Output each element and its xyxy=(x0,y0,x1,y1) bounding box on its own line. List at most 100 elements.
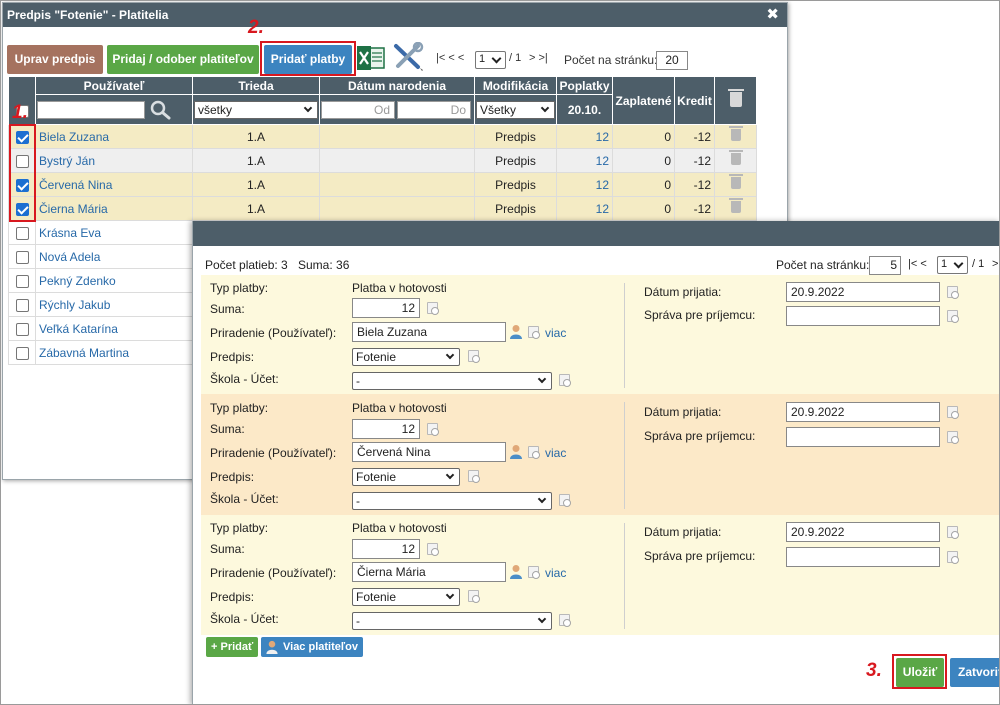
prescription-select[interactable]: Fotenie xyxy=(352,468,460,486)
row-fee[interactable]: 12 xyxy=(556,124,613,149)
date-from-input[interactable]: Od xyxy=(321,100,395,119)
row-checkbox[interactable] xyxy=(15,298,29,312)
row-user-name[interactable]: Rýchly Jakub xyxy=(35,292,193,317)
row-user-name[interactable]: Bystrý Ján xyxy=(35,148,193,173)
copy-icon[interactable] xyxy=(528,446,540,459)
copy-icon[interactable] xyxy=(427,423,439,436)
col-credit[interactable]: Kredit xyxy=(674,76,715,125)
page-select[interactable]: 1 xyxy=(937,256,968,274)
copy-icon[interactable] xyxy=(427,543,439,556)
row-fee[interactable]: 12 xyxy=(556,148,613,173)
per-page-input[interactable]: 5 xyxy=(869,256,901,275)
row-user-name[interactable]: Čierna Mária xyxy=(35,196,193,221)
prescription-select[interactable]: Fotenie xyxy=(352,588,460,606)
copy-icon[interactable] xyxy=(947,431,959,444)
row-user-name[interactable]: Pekný Zdenko xyxy=(35,268,193,293)
row-user-name[interactable]: Veľká Katarína xyxy=(35,316,193,341)
row-user-name[interactable]: Krásna Eva xyxy=(35,220,193,245)
assigned-user-input[interactable]: Červená Nina xyxy=(352,442,506,462)
date-to-input[interactable]: Do xyxy=(397,100,471,119)
row-checkbox[interactable] xyxy=(15,226,29,240)
copy-icon[interactable] xyxy=(427,302,439,315)
message-input[interactable] xyxy=(786,547,940,567)
copy-icon[interactable] xyxy=(947,286,959,299)
table-row[interactable]: Červená Nina 1.A Predpis 12 0 -12 xyxy=(8,172,757,197)
more-link[interactable]: viac xyxy=(545,566,566,580)
table-row[interactable]: Čierna Mária 1.A Predpis 12 0 -12 xyxy=(8,196,757,221)
row-fee[interactable]: 12 xyxy=(556,196,613,221)
copy-icon[interactable] xyxy=(559,494,571,507)
pager-first-prev[interactable]: |< < xyxy=(908,258,927,270)
copy-icon[interactable] xyxy=(947,526,959,539)
row-user-name[interactable]: Červená Nina xyxy=(35,172,193,197)
add-payment-button[interactable]: + Pridať xyxy=(206,637,259,657)
message-input[interactable] xyxy=(786,427,940,447)
per-page-input[interactable]: 20 xyxy=(656,51,688,70)
more-link[interactable]: viac xyxy=(545,326,566,340)
edit-prescription-button[interactable]: Uprav predpis xyxy=(7,45,103,74)
excel-icon[interactable] xyxy=(356,45,386,71)
user-filter-input[interactable] xyxy=(37,100,145,119)
copy-icon[interactable] xyxy=(468,470,480,483)
close-button[interactable]: Zatvoriť xyxy=(950,658,1000,687)
amount-input[interactable]: 12 xyxy=(352,539,420,559)
pager-next-last[interactable]: > >| xyxy=(529,52,548,64)
col-user[interactable]: Používateľ xyxy=(35,76,193,95)
row-fee[interactable]: 12 xyxy=(556,172,613,197)
row-checkbox[interactable] xyxy=(15,250,29,264)
copy-icon[interactable] xyxy=(528,566,540,579)
school-account-select[interactable]: - xyxy=(352,372,552,390)
user-icon[interactable] xyxy=(509,564,523,579)
amount-input[interactable]: 12 xyxy=(352,419,420,439)
date-received-input[interactable]: 20.9.2022 xyxy=(786,522,940,542)
copy-icon[interactable] xyxy=(468,350,480,363)
amount-input[interactable]: 12 xyxy=(352,298,420,318)
user-icon[interactable] xyxy=(509,444,523,459)
class-filter-select[interactable]: všetky xyxy=(194,100,318,119)
col-modification[interactable]: Modifikácia xyxy=(474,76,557,95)
col-class[interactable]: Trieda xyxy=(192,76,320,95)
trash-icon[interactable] xyxy=(728,198,743,213)
table-row[interactable]: Bystrý Ján 1.A Predpis 12 0 -12 xyxy=(8,148,757,173)
pager-first-prev[interactable]: |< < < xyxy=(436,52,464,64)
assigned-user-input[interactable]: Biela Zuzana xyxy=(352,322,506,342)
copy-icon[interactable] xyxy=(947,406,959,419)
copy-icon[interactable] xyxy=(947,551,959,564)
copy-icon[interactable] xyxy=(528,326,540,339)
pager-next[interactable]: > xyxy=(992,258,998,270)
copy-icon[interactable] xyxy=(947,310,959,323)
close-icon[interactable]: ✖ xyxy=(766,3,779,27)
col-birthdate[interactable]: Dátum narodenia xyxy=(319,76,475,95)
more-link[interactable]: viac xyxy=(545,446,566,460)
col-fees[interactable]: Poplatky xyxy=(556,76,613,95)
copy-icon[interactable] xyxy=(559,374,571,387)
message-input[interactable] xyxy=(786,306,940,326)
prescription-select[interactable]: Fotenie xyxy=(352,348,460,366)
page-select[interactable]: 1 xyxy=(475,51,506,69)
row-user-name[interactable]: Biela Zuzana xyxy=(35,124,193,149)
school-account-select[interactable]: - xyxy=(352,492,552,510)
assigned-user-input[interactable]: Čierna Mária xyxy=(352,562,506,582)
trash-icon[interactable] xyxy=(728,174,743,189)
more-payers-button[interactable]: Viac platiteľov xyxy=(261,637,363,657)
search-icon[interactable] xyxy=(150,100,172,120)
date-received-input[interactable]: 20.9.2022 xyxy=(786,402,940,422)
copy-icon[interactable] xyxy=(468,590,480,603)
trash-icon[interactable] xyxy=(728,126,743,141)
school-account-select[interactable]: - xyxy=(352,612,552,630)
table-row[interactable]: Biela Zuzana 1.A Predpis 12 0 -12 xyxy=(8,124,757,149)
row-checkbox[interactable] xyxy=(15,346,29,360)
user-icon[interactable] xyxy=(509,324,523,339)
tools-icon[interactable] xyxy=(391,42,425,72)
date-received-input[interactable]: 20.9.2022 xyxy=(786,282,940,302)
row-checkbox[interactable] xyxy=(15,322,29,336)
row-user-name[interactable]: Nová Adela xyxy=(35,244,193,269)
trash-icon[interactable] xyxy=(727,88,744,107)
row-user-name[interactable]: Zábavná Martina xyxy=(35,340,193,365)
add-remove-payers-button[interactable]: Pridaj / odober platiteľov xyxy=(107,45,259,74)
modification-filter-select[interactable]: Všetky xyxy=(476,100,555,119)
trash-icon[interactable] xyxy=(728,150,743,165)
row-checkbox[interactable] xyxy=(15,274,29,288)
col-paid[interactable]: Zaplatené xyxy=(612,76,675,125)
copy-icon[interactable] xyxy=(559,614,571,627)
